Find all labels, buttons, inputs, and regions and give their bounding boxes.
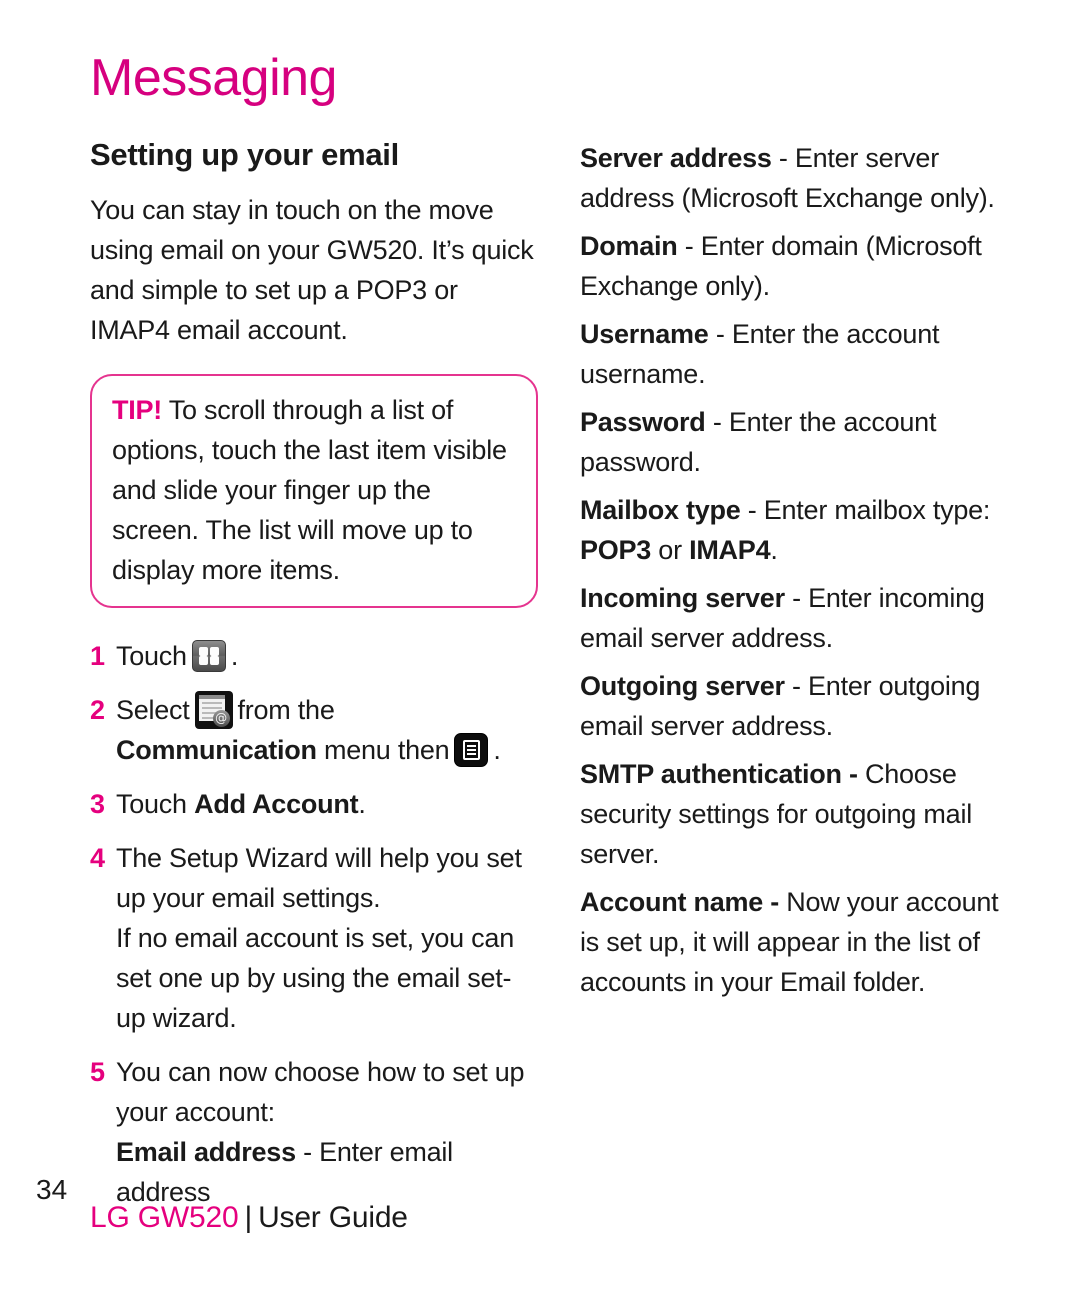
step5-text: You can now choose how to set up your ac…: [116, 1057, 525, 1128]
field-label: Mailbox type: [580, 495, 741, 525]
step4-text: The Setup Wizard will help you set up yo…: [116, 843, 522, 914]
step2-text-before: Select: [116, 695, 190, 726]
tip-label: TIP!: [112, 395, 162, 426]
field-dash: -: [677, 231, 701, 261]
step-item: 2 Select @ from the Communication menu the…: [90, 690, 540, 770]
field-label: Username: [580, 319, 709, 349]
step5-field-dash: -: [303, 1137, 312, 1168]
field-dash: -: [708, 319, 732, 349]
step2-bold-term: Communication: [116, 735, 317, 766]
field-password: Password - Enter the account password.: [580, 402, 1005, 482]
field-dash: -: [771, 143, 795, 173]
step2-text-middle: from the: [237, 695, 335, 726]
step-text: Select @ from the Communication menu then.: [116, 690, 540, 770]
field-value-conjunction: or: [651, 535, 690, 565]
field-label: Password: [580, 407, 706, 437]
field-domain: Domain - Enter domain (Microsoft Exchang…: [580, 226, 1005, 306]
tip-text: TIP! To scroll through a list of options…: [112, 390, 516, 590]
field-label: Server address: [580, 143, 772, 173]
field-outgoing-server: Outgoing server - Enter outgoing email s…: [580, 666, 1005, 746]
step1-text-before: Touch: [116, 641, 187, 672]
field-account-name: Account name - Now your account is set u…: [580, 882, 1005, 1002]
step2-text-after: menu then: [324, 735, 450, 766]
step-number: 5: [90, 1057, 106, 1088]
page-number: 34: [36, 1174, 68, 1205]
tip-body: To scroll through a list of options, tou…: [112, 395, 507, 586]
step-item: 4 The Setup Wizard will help you set up …: [90, 838, 540, 1038]
step-item: 1 Touch.: [90, 636, 540, 676]
field-dash: -: [705, 407, 729, 437]
step4-sub-paragraph: If no email account is set, you can set …: [116, 923, 514, 1034]
step3-text-before: Touch: [116, 789, 187, 820]
options-list-icon[interactable]: [454, 733, 489, 768]
left-column: Setting up your email You can stay in to…: [90, 137, 540, 1226]
footer-separator: |: [244, 1201, 253, 1234]
field-label: Account name -: [580, 887, 780, 917]
step-number: 3: [90, 789, 106, 820]
field-dash: -: [784, 583, 809, 613]
field-value-pop3: POP3: [580, 535, 652, 565]
field-dash: [858, 759, 865, 789]
tip-box: TIP! To scroll through a list of options…: [90, 374, 538, 609]
field-label: Outgoing server: [580, 671, 785, 701]
email-app-icon[interactable]: @: [194, 691, 233, 730]
step2-text-end: .: [493, 735, 501, 766]
footer-doc-type: User Guide: [258, 1201, 408, 1234]
section-heading: Setting up your email: [90, 137, 399, 172]
step-number: 4: [90, 843, 106, 874]
field-label: SMTP authentication -: [580, 759, 858, 789]
step-item: 5 You can now choose how to set up your …: [90, 1052, 540, 1212]
step1-text-after: .: [230, 641, 239, 672]
step3-text-after: .: [358, 789, 366, 820]
footer-brand: LG GW520: [90, 1201, 239, 1234]
field-username: Username - Enter the account username.: [580, 314, 1005, 394]
field-description: Enter mailbox type:: [763, 495, 991, 525]
field-mailbox-type: Mailbox type - Enter mailbox type: POP3 …: [580, 490, 1005, 570]
field-label: Incoming server: [580, 583, 785, 613]
step-number: 2: [90, 695, 106, 726]
footer: LG GW520 | User Guide: [90, 1203, 408, 1233]
field-dash: -: [784, 671, 809, 701]
step-item: 3 Touch Add Account.: [90, 784, 540, 824]
grid-menu-icon[interactable]: [191, 640, 226, 673]
step5-field-label: Email address: [116, 1137, 296, 1168]
field-incoming-server: Incoming server - Enter incoming email s…: [580, 578, 1005, 658]
step3-bold-term: Add Account: [194, 789, 359, 820]
field-description-end: .: [770, 535, 778, 565]
step-text: You can now choose how to set up your ac…: [116, 1052, 540, 1212]
field-label: Domain: [580, 231, 678, 261]
field-value-imap4: IMAP4: [689, 535, 771, 565]
step-number: 1: [90, 641, 106, 672]
field-dash: -: [740, 495, 764, 525]
manual-page: Messaging Setting up your email You can …: [0, 0, 1080, 1295]
right-column: Server address - Enter server address (M…: [580, 138, 1005, 1010]
step-text: Touch.: [116, 636, 540, 676]
steps-list: 1 Touch. 2 Select @ from the Communication…: [90, 636, 540, 1212]
field-server-address: Server address - Enter server address (M…: [580, 138, 1005, 218]
step-text: The Setup Wizard will help you set up yo…: [116, 838, 540, 1038]
page-title: Messaging: [90, 49, 337, 107]
intro-paragraph: You can stay in touch on the move using …: [90, 195, 534, 346]
step-text: Touch Add Account.: [116, 784, 540, 824]
field-smtp-authentication: SMTP authentication - Choose security se…: [580, 754, 1005, 874]
